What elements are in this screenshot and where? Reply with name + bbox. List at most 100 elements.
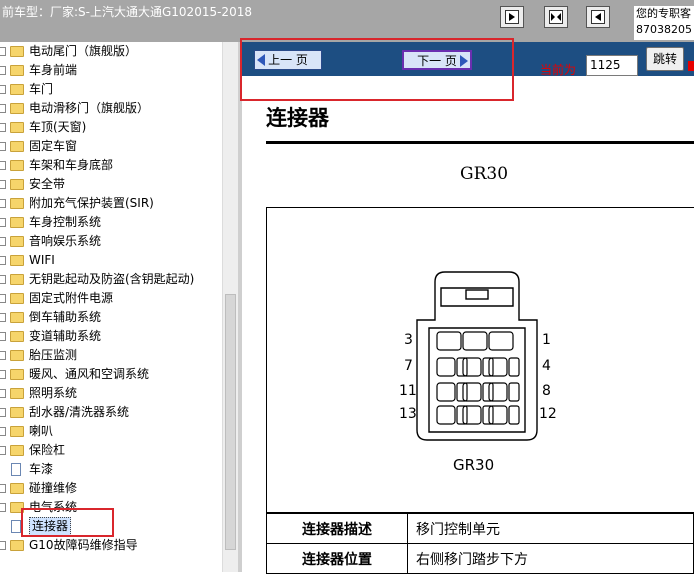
- section-title: 连接器: [266, 106, 329, 130]
- expand-icon[interactable]: [0, 389, 6, 398]
- sidebar-item[interactable]: 胎压监测: [0, 346, 222, 365]
- sidebar-item[interactable]: 固定式附件电源: [0, 289, 222, 308]
- sidebar-item[interactable]: 保险杠: [0, 441, 222, 460]
- sidebar-item[interactable]: 固定车窗: [0, 137, 222, 156]
- sidebar-item[interactable]: 电动滑移门（旗舰版）: [0, 99, 222, 118]
- view-left-button[interactable]: [500, 6, 524, 28]
- pin-label: 1: [542, 332, 551, 348]
- sidebar-item-label: 固定式附件电源: [29, 291, 114, 305]
- folder-icon: [10, 274, 24, 285]
- cavity: [436, 331, 462, 351]
- cavity: [456, 382, 468, 402]
- sidebar-item-label: 无钥匙起动及防盗(含钥匙起动): [29, 272, 195, 286]
- scrollbar-thumb[interactable]: [225, 294, 236, 550]
- sidebar-item-label: G10故障码维修指导: [29, 538, 138, 552]
- expand-icon[interactable]: [0, 66, 6, 75]
- folder-icon: [10, 426, 24, 437]
- sidebar-item[interactable]: 喇叭: [0, 422, 222, 441]
- expand-icon[interactable]: [0, 541, 6, 550]
- folder-icon: [10, 103, 24, 114]
- expand-icon[interactable]: [0, 275, 6, 284]
- sidebar-item-label: 碰撞维修: [29, 481, 78, 495]
- expand-icon[interactable]: [0, 370, 6, 379]
- expand-icon[interactable]: [0, 427, 6, 436]
- cavity: [462, 357, 482, 377]
- sidebar-item-label: 照明系统: [29, 386, 78, 400]
- sidebar-item[interactable]: WIFI: [0, 251, 222, 270]
- sidebar-item[interactable]: 车门: [0, 80, 222, 99]
- sidebar-item-label: 喇叭: [29, 424, 54, 438]
- sidebar-item[interactable]: 无钥匙起动及防盗(含钥匙起动): [0, 270, 222, 289]
- folder-icon: [10, 236, 24, 247]
- sidebar-item[interactable]: 安全带: [0, 175, 222, 194]
- view-split-icon: [549, 10, 563, 24]
- expand-icon[interactable]: [0, 446, 6, 455]
- cavity: [508, 357, 520, 377]
- cavity: [508, 405, 520, 425]
- sidebar-item[interactable]: 电动尾门（旗舰版）: [0, 42, 222, 61]
- expand-icon[interactable]: [0, 161, 6, 170]
- title-rule: [266, 141, 694, 144]
- sidebar-item[interactable]: 变道辅助系统: [0, 327, 222, 346]
- expand-icon[interactable]: [0, 256, 6, 265]
- sidebar-item-label: 车架和车身底部: [29, 158, 114, 172]
- expand-icon[interactable]: [0, 294, 6, 303]
- sidebar-item[interactable]: 车架和车身底部: [0, 156, 222, 175]
- sidebar-item[interactable]: G10故障码维修指导: [0, 536, 222, 555]
- diagram-label: GR30: [453, 456, 495, 474]
- pin-label: 7: [404, 358, 413, 374]
- expand-icon[interactable]: [0, 180, 6, 189]
- sidebar-item[interactable]: 附加充气保护装置(SIR): [0, 194, 222, 213]
- folder-icon: [10, 407, 24, 418]
- sidebar-item[interactable]: 刮水器/清洗器系统: [0, 403, 222, 422]
- contact-line-2: 87038205: [636, 23, 692, 36]
- view-split-button[interactable]: [544, 6, 568, 28]
- sidebar-item[interactable]: 暖风、通风和空调系统: [0, 365, 222, 384]
- table-key: 连接器描述: [266, 513, 408, 544]
- sidebar-item[interactable]: 碰撞维修: [0, 479, 222, 498]
- table-key: 连接器位置: [266, 543, 408, 574]
- expand-icon[interactable]: [0, 408, 6, 417]
- expand-icon[interactable]: [0, 351, 6, 360]
- folder-icon: [10, 255, 24, 266]
- view-left-icon: [505, 10, 519, 24]
- folder-icon: [10, 331, 24, 342]
- expand-icon[interactable]: [0, 484, 6, 493]
- cavity: [482, 382, 494, 402]
- pin-label: 8: [542, 383, 551, 399]
- expand-icon[interactable]: [0, 199, 6, 208]
- sidebar-scrollbar[interactable]: [222, 42, 238, 572]
- folder-icon: [10, 65, 24, 76]
- pin-label: 11: [399, 383, 417, 399]
- sidebar-item-label: 车身控制系统: [29, 215, 102, 229]
- sidebar-tree: 电动尾门（旗舰版） 车身前端 车门 电动滑移门（旗舰版） 车顶(天窗) 固定车窗车架和车身…: [0, 42, 222, 572]
- sidebar-item-label: 音响娱乐系统: [29, 234, 102, 248]
- view-right-button[interactable]: [586, 6, 610, 28]
- expand-icon[interactable]: [0, 85, 6, 94]
- cavity: [436, 357, 456, 377]
- sidebar-item[interactable]: 照明系统: [0, 384, 222, 403]
- sidebar-item[interactable]: 车身前端: [0, 61, 222, 80]
- sidebar-item[interactable]: 倒车辅助系统: [0, 308, 222, 327]
- sidebar-item[interactable]: 车漆: [0, 460, 222, 479]
- folder-icon: [10, 198, 24, 209]
- expand-icon[interactable]: [0, 47, 6, 56]
- page-number-input[interactable]: 1125: [586, 55, 638, 76]
- sidebar-item[interactable]: 车顶(天窗): [0, 118, 222, 137]
- sidebar-item-label: 固定车窗: [29, 139, 78, 153]
- jump-button[interactable]: 跳转: [646, 47, 684, 71]
- expand-icon[interactable]: [0, 104, 6, 113]
- expand-icon[interactable]: [0, 332, 6, 341]
- expand-icon[interactable]: [0, 503, 6, 512]
- expand-icon[interactable]: [0, 123, 6, 132]
- expand-icon[interactable]: [0, 142, 6, 151]
- cavity: [436, 382, 456, 402]
- sidebar-item[interactable]: 车身控制系统: [0, 213, 222, 232]
- expand-icon[interactable]: [0, 237, 6, 246]
- sidebar-item[interactable]: 音响娱乐系统: [0, 232, 222, 251]
- cavity: [462, 382, 482, 402]
- expand-icon[interactable]: [0, 218, 6, 227]
- expand-icon[interactable]: [0, 313, 6, 322]
- sidebar-item-label: 安全带: [29, 177, 66, 191]
- connector-info-table: 连接器描述 移门控制单元 连接器位置 右侧移门踏步下方: [266, 513, 694, 574]
